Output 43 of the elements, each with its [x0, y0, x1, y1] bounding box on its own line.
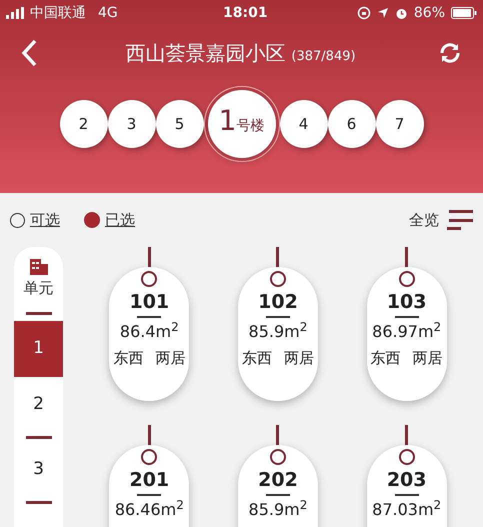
building-tab[interactable]: 1号楼 — [204, 86, 280, 162]
building-tab[interactable]: 5 — [156, 100, 204, 148]
tag-hole-icon — [270, 449, 286, 465]
tag-hole-icon — [398, 271, 415, 287]
building-tab[interactable]: 7 — [376, 100, 424, 148]
legend-filter[interactable]: 已选 — [105, 208, 135, 232]
hanging-string — [405, 247, 408, 269]
building-icon — [30, 259, 48, 275]
tag-hole-icon — [141, 271, 158, 287]
legend-filter[interactable]: 可选 — [30, 208, 60, 232]
hanging-string — [276, 425, 280, 447]
alarm-clock-icon — [394, 6, 408, 20]
location-arrow-icon — [376, 7, 389, 19]
room-tag[interactable]: 202 85.9m$^{2}$ — [238, 445, 318, 527]
building-tab[interactable]: 6 — [328, 100, 376, 148]
hanging-string — [405, 425, 408, 447]
building-tab[interactable]: 4 — [280, 100, 328, 148]
rotation-lock-icon — [356, 6, 371, 20]
room-tag[interactable]: 103 86.97m$^{2}$ 东西 两居 — [366, 267, 447, 401]
building-tab[interactable]: 3 — [108, 100, 156, 148]
overview-label: 全览 — [409, 210, 439, 231]
tag-hole-icon — [141, 449, 158, 465]
tag-hole-icon — [398, 449, 415, 465]
unit-tab[interactable]: 1 — [14, 320, 63, 376]
building-tab[interactable]: 2 — [60, 100, 108, 148]
room-tag[interactable]: 102 85.9m$^{2}$ 东西 两居 — [238, 267, 318, 401]
clock-time: 18:01 — [223, 4, 268, 22]
signal-icon — [6, 7, 26, 19]
room-tag[interactable]: 203 87.03m$^{2}$ — [366, 445, 447, 527]
hanging-string — [148, 425, 151, 447]
battery-percent: 86% — [414, 4, 445, 22]
unit-count: (387/849) — [291, 48, 356, 66]
hanging-string — [276, 247, 280, 269]
tag-hole-icon — [270, 271, 286, 287]
battery-icon — [451, 7, 477, 19]
carrier-name: 中国联通 — [30, 4, 86, 22]
network-type: 4G — [98, 4, 118, 22]
page-title: 西山荟景嘉园小区 — [125, 40, 286, 67]
menu-button[interactable] — [447, 208, 473, 232]
hanging-string — [148, 247, 151, 269]
room-tag[interactable]: 101 86.4m$^{2}$ 东西 两居 — [109, 267, 190, 401]
unit-header: 单元 — [24, 278, 54, 299]
room-tag[interactable]: 201 86.46m$^{2}$ — [109, 445, 190, 527]
